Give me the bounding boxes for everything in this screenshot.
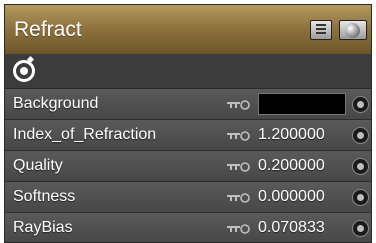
property-value[interactable]: 0.000000 (258, 188, 325, 206)
connect-button[interactable] (352, 96, 369, 113)
target-rotate-icon[interactable] (13, 60, 35, 82)
link-icon[interactable] (227, 131, 251, 141)
connect-button[interactable] (352, 220, 369, 237)
property-label: RayBias (13, 219, 73, 236)
property-value[interactable]: 0.070833 (258, 219, 325, 237)
link-icon[interactable] (227, 100, 251, 110)
property-label: Quality (13, 157, 63, 174)
tool-row (5, 54, 371, 89)
property-row-quality: Quality 0.200000 (5, 151, 371, 182)
property-value[interactable]: 0.200000 (258, 157, 325, 175)
connect-button[interactable] (352, 127, 369, 144)
color-swatch[interactable] (258, 93, 346, 115)
list-icon[interactable] (310, 20, 332, 40)
property-label: Softness (13, 188, 76, 205)
sphere-preview-icon[interactable] (339, 20, 367, 40)
property-row-raybias: RayBias 0.070833 (5, 213, 371, 242)
link-icon[interactable] (227, 193, 251, 203)
connect-button[interactable] (352, 189, 369, 206)
connect-button[interactable] (352, 158, 369, 175)
property-row-index-of-refraction: Index_of_Refraction 1.200000 (5, 120, 371, 151)
panel-titlebar: Refract (5, 5, 371, 55)
refract-panel: Refract Background Index_of_Refraction 1… (4, 4, 372, 243)
property-label: Background (13, 95, 99, 112)
property-row-softness: Softness 0.000000 (5, 182, 371, 213)
panel-title: Refract (14, 18, 82, 41)
link-icon[interactable] (227, 224, 251, 234)
property-label: Index_of_Refraction (13, 126, 157, 143)
link-icon[interactable] (227, 162, 251, 172)
property-value[interactable]: 1.200000 (258, 126, 325, 144)
property-row-background: Background (5, 89, 371, 120)
